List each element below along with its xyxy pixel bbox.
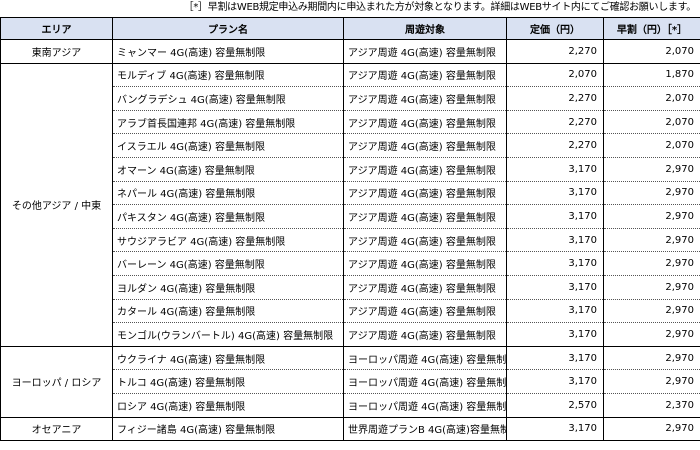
plan-cell: イスラエル 4G(高速) 容量無制限	[112, 133, 344, 158]
target-cell: ヨーロッパ周遊 4G(高速) 容量無制限	[343, 369, 507, 394]
area-cell: ヨーロッパ / ロシア	[0, 345, 113, 418]
table-body: 東南アジア ミャンマー 4G(高速) 容量無制限 アジア周遊 4G(高速) 容量無制…	[0, 39, 700, 442]
target-cell: ヨーロッパ周遊 4G(高速) 容量無制限	[343, 392, 507, 418]
price-cell: 3,170	[506, 251, 604, 276]
target-cell: 世界周遊プランB 4G(高速)容量無制限	[343, 416, 507, 442]
early-price-cell: 2,070	[603, 39, 700, 64]
header-area: エリア	[0, 17, 113, 40]
target-cell: アジア周遊 4G(高速) 容量無制限	[343, 298, 507, 324]
table-row: オセアニア フィジー諸島 4G(高速) 容量無制限 世界周遊プランB 4G(高速)容…	[0, 416, 700, 442]
header-price: 定価（円）	[506, 17, 604, 40]
early-price-cell: 2,970	[603, 227, 700, 253]
early-price-cell: 2,370	[603, 392, 700, 418]
plan-price-table: エリア プラン名 周遊対象 定価（円） 早割（円）［*］ 東南アジア ミャンマー …	[0, 17, 700, 442]
price-cell: 3,170	[506, 274, 604, 300]
header-target: 周遊対象	[343, 17, 507, 40]
price-cell: 2,070	[506, 62, 604, 88]
early-price-cell: 2,970	[603, 274, 700, 300]
early-price-cell: 2,970	[603, 156, 700, 182]
price-cell: 2,270	[506, 133, 604, 158]
footnote: ［*］早割はWEB規定申込み期間内に申込まれた方が対象となります。詳細はWEBサ…	[183, 2, 697, 13]
price-cell: 2,270	[506, 86, 604, 111]
table-row: ヨーロッパ / ロシア ウクライナ 4G(高速) 容量無制限 ヨーロッパ周遊 4G(…	[0, 345, 700, 418]
early-price-cell: 2,970	[603, 180, 700, 206]
early-price-cell: 2,970	[603, 345, 700, 371]
target-cell: アジア周遊 4G(高速) 容量無制限	[343, 227, 507, 253]
target-cell: アジア周遊 4G(高速) 容量無制限	[343, 39, 507, 64]
early-price-cell: 2,970	[603, 251, 700, 276]
price-cell: 3,170	[506, 204, 604, 229]
price-cell: 3,170	[506, 345, 604, 371]
target-cell: アジア周遊 4G(高速) 容量無制限	[343, 274, 507, 300]
target-cell: アジア周遊 4G(高速) 容量無制限	[343, 322, 507, 347]
price-cell: 3,170	[506, 156, 604, 182]
plan-cell: ミャンマー 4G(高速) 容量無制限	[112, 39, 344, 64]
plan-cell: トルコ 4G(高速) 容量無制限	[112, 369, 344, 394]
price-cell: 3,170	[506, 298, 604, 324]
price-cell: 3,170	[506, 369, 604, 394]
area-cell: オセアニア	[0, 416, 113, 442]
plan-cell: ネパール 4G(高速) 容量無制限	[112, 180, 344, 206]
price-cell: 3,170	[506, 322, 604, 347]
early-price-cell: 2,970	[603, 416, 700, 442]
target-cell: ヨーロッパ周遊 4G(高速) 容量無制限	[343, 345, 507, 371]
plan-cell: バングラデシュ 4G(高速) 容量無制限	[112, 86, 344, 111]
area-cell: 東南アジア	[0, 39, 113, 64]
price-cell: 2,270	[506, 109, 604, 135]
early-price-cell: 2,070	[603, 86, 700, 111]
plan-cell: フィジー諸島 4G(高速) 容量無制限	[112, 416, 344, 442]
price-cell: 3,170	[506, 416, 604, 442]
target-cell: アジア周遊 4G(高速) 容量無制限	[343, 62, 507, 88]
header-early: 早割（円）［*］	[603, 17, 700, 40]
plan-cell: モンゴル(ウランバートル) 4G(高速) 容量無制限	[112, 322, 344, 347]
target-cell: アジア周遊 4G(高速) 容量無制限	[343, 204, 507, 229]
price-cell: 3,170	[506, 227, 604, 253]
early-price-cell: 2,070	[603, 133, 700, 158]
plan-cell: ウクライナ 4G(高速) 容量無制限	[112, 345, 344, 371]
target-cell: アジア周遊 4G(高速) 容量無制限	[343, 109, 507, 135]
table-header-row: エリア プラン名 周遊対象 定価（円） 早割（円）［*］	[0, 17, 700, 40]
plan-cell: アラブ首長国連邦 4G(高速) 容量無制限	[112, 109, 344, 135]
table-row: 東南アジア ミャンマー 4G(高速) 容量無制限 アジア周遊 4G(高速) 容量無制…	[0, 39, 700, 64]
plan-cell: サウジアラビア 4G(高速) 容量無制限	[112, 227, 344, 253]
early-price-cell: 1,870	[603, 62, 700, 88]
plan-cell: オマーン 4G(高速) 容量無制限	[112, 156, 344, 182]
early-price-cell: 2,970	[603, 322, 700, 347]
early-price-cell: 2,070	[603, 109, 700, 135]
early-price-cell: 2,970	[603, 298, 700, 324]
target-cell: アジア周遊 4G(高速) 容量無制限	[343, 180, 507, 206]
header-plan: プラン名	[112, 17, 344, 40]
area-cell: その他アジア / 中東	[0, 62, 113, 347]
table-row: その他アジア / 中東 モルディブ 4G(高速) 容量無制限 アジア周遊 4G(高速…	[0, 62, 700, 347]
plan-cell: パキスタン 4G(高速) 容量無制限	[112, 204, 344, 229]
target-cell: アジア周遊 4G(高速) 容量無制限	[343, 251, 507, 276]
price-cell: 3,170	[506, 180, 604, 206]
plan-cell: ヨルダン 4G(高速) 容量無制限	[112, 274, 344, 300]
plan-cell: バーレーン 4G(高速) 容量無制限	[112, 251, 344, 276]
plan-cell: カタール 4G(高速) 容量無制限	[112, 298, 344, 324]
plan-cell: モルディブ 4G(高速) 容量無制限	[112, 62, 344, 88]
early-price-cell: 2,970	[603, 369, 700, 394]
early-price-cell: 2,970	[603, 204, 700, 229]
price-cell: 2,270	[506, 39, 604, 64]
price-cell: 2,570	[506, 392, 604, 418]
target-cell: アジア周遊 4G(高速) 容量無制限	[343, 86, 507, 111]
target-cell: アジア周遊 4G(高速) 容量無制限	[343, 156, 507, 182]
plan-cell: ロシア 4G(高速) 容量無制限	[112, 392, 344, 418]
target-cell: アジア周遊 4G(高速) 容量無制限	[343, 133, 507, 158]
